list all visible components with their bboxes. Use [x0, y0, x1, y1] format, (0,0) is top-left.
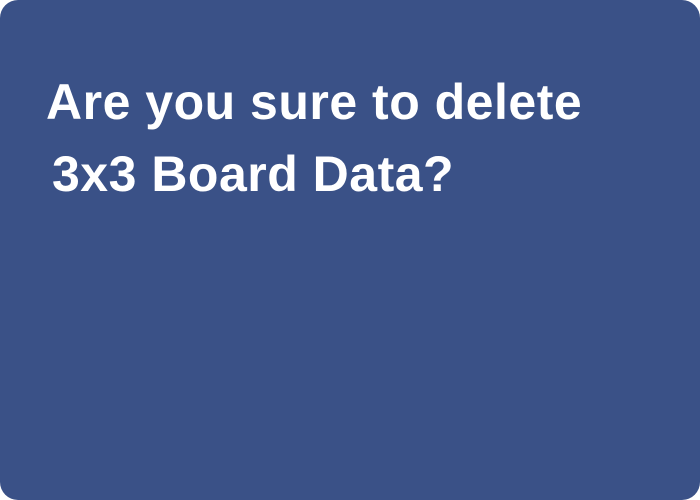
dialog-message-line-2: 3x3 Board Data?: [52, 146, 455, 202]
delete-confirmation-dialog: Are you sure to delete 3x3 Board Data?: [0, 0, 700, 500]
dialog-message-line-1: Are you sure to delete: [46, 74, 583, 130]
dialog-message: Are you sure to delete 3x3 Board Data?: [46, 66, 686, 210]
